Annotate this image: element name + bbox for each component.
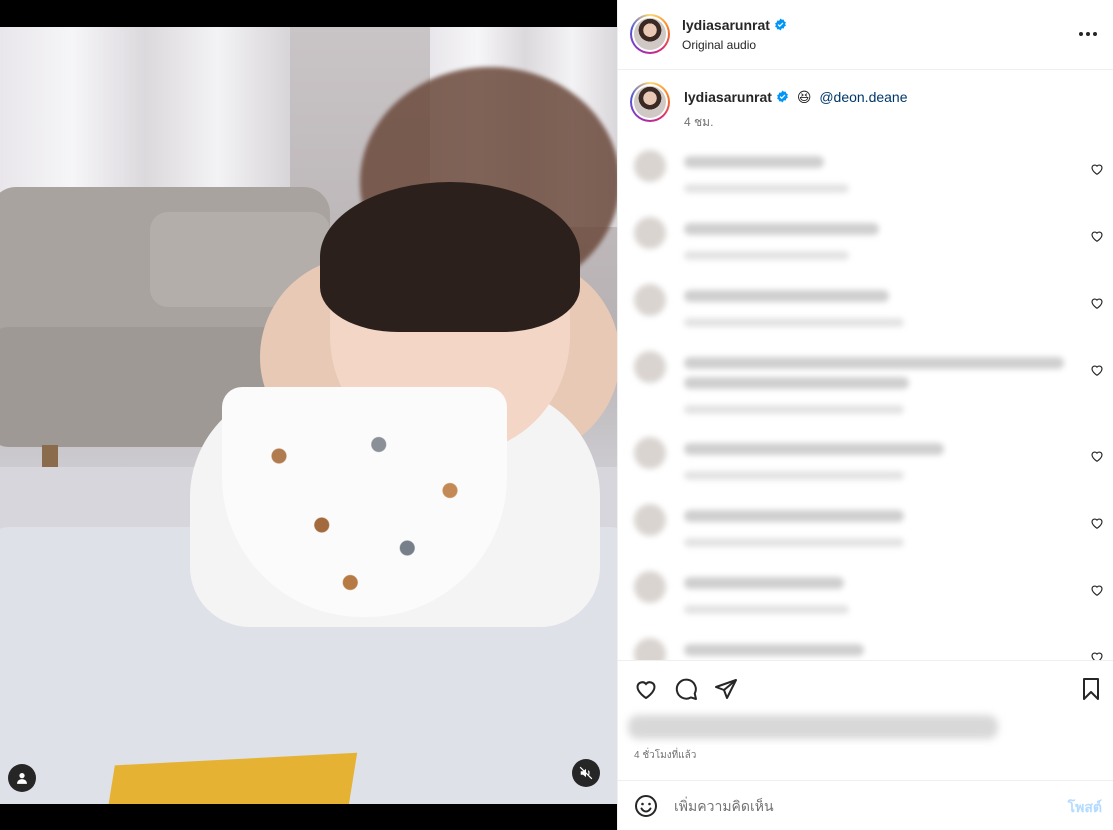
comment-input[interactable] <box>674 794 1044 818</box>
comment-text <box>684 443 944 455</box>
heart-icon[interactable] <box>1090 583 1104 597</box>
comment-item <box>618 567 1113 627</box>
comment-meta <box>684 538 904 547</box>
caption-username[interactable]: lydiasarunrat <box>684 89 772 105</box>
caption-text: lydiasarunrat 😆 @deon.deane <box>684 89 908 106</box>
comment-avatar[interactable] <box>634 217 666 249</box>
heart-icon[interactable] <box>1090 363 1104 377</box>
bookmark-icon[interactable] <box>1079 677 1103 701</box>
comment-avatar[interactable] <box>634 504 666 536</box>
post-actions <box>618 660 1113 715</box>
comment-item <box>618 500 1113 560</box>
comment-text-line-2 <box>684 377 909 389</box>
more-horizontal-icon <box>1079 32 1097 36</box>
heart-icon[interactable] <box>1090 296 1104 310</box>
add-comment-bar: โพสต์ <box>618 780 1113 830</box>
comment-item <box>618 213 1113 273</box>
comment-text <box>684 577 844 589</box>
author-avatar[interactable] <box>630 14 670 54</box>
comment-avatar[interactable] <box>634 437 666 469</box>
verified-badge-icon <box>775 18 786 31</box>
comment-text <box>684 510 904 522</box>
more-options-button[interactable] <box>1078 24 1098 44</box>
comment-icon[interactable] <box>674 677 698 701</box>
post-header: lydiasarunrat Original audio <box>618 0 1113 70</box>
post-modal: lydiasarunrat Original audio lydiasarunr… <box>0 0 1113 830</box>
media-pane <box>0 0 617 830</box>
comment-text <box>684 290 889 302</box>
comment-avatar[interactable] <box>634 284 666 316</box>
comment-meta <box>684 405 904 414</box>
post-comment-button[interactable]: โพสต์ <box>1068 797 1102 819</box>
comment-item <box>618 634 1113 660</box>
mute-icon <box>579 766 593 780</box>
heart-icon[interactable] <box>1090 449 1104 463</box>
heart-icon[interactable] <box>634 677 658 701</box>
comment-meta <box>684 471 904 480</box>
comment-text <box>684 357 1064 369</box>
comments-list[interactable] <box>618 142 1113 660</box>
comment-item <box>618 433 1113 493</box>
comment-text <box>684 156 824 168</box>
post-time[interactable]: 4 ชั่วโมงที่แล้ว <box>634 748 696 763</box>
share-icon[interactable] <box>714 677 738 701</box>
heart-icon[interactable] <box>1090 162 1104 176</box>
verified-badge-icon <box>777 90 788 103</box>
comment-avatar[interactable] <box>634 150 666 182</box>
comment-item <box>618 347 1113 427</box>
caption-author-avatar[interactable] <box>630 82 670 122</box>
video-player[interactable] <box>0 27 617 804</box>
comment-item <box>618 280 1113 340</box>
tagged-users-button[interactable] <box>8 764 36 792</box>
comment-avatar[interactable] <box>634 638 666 660</box>
user-icon <box>17 773 27 784</box>
comment-item <box>618 146 1113 206</box>
comment-avatar[interactable] <box>634 571 666 603</box>
comment-text <box>684 223 879 235</box>
comment-meta <box>684 251 849 260</box>
comment-avatar[interactable] <box>634 351 666 383</box>
comment-text <box>684 644 864 656</box>
caption-mention[interactable]: @deon.deane <box>819 89 907 105</box>
likes-summary[interactable] <box>628 715 998 739</box>
heart-icon[interactable] <box>1090 229 1104 243</box>
comment-meta <box>684 184 849 193</box>
emoji-icon[interactable] <box>634 794 658 818</box>
heart-icon[interactable] <box>1090 650 1104 660</box>
post-panel: lydiasarunrat Original audio lydiasarunr… <box>617 0 1113 830</box>
heart-icon[interactable] <box>1090 516 1104 530</box>
comment-meta <box>684 318 904 327</box>
mute-button[interactable] <box>572 759 600 787</box>
post-caption: lydiasarunrat 😆 @deon.deane 4 ชม. <box>618 70 1113 142</box>
author-username[interactable]: lydiasarunrat <box>682 17 787 33</box>
caption-emoji: 😆 <box>796 89 812 105</box>
caption-time[interactable]: 4 ชม. <box>684 113 713 132</box>
audio-label[interactable]: Original audio <box>682 38 756 52</box>
baby-hair <box>320 182 580 332</box>
comment-meta <box>684 605 849 614</box>
